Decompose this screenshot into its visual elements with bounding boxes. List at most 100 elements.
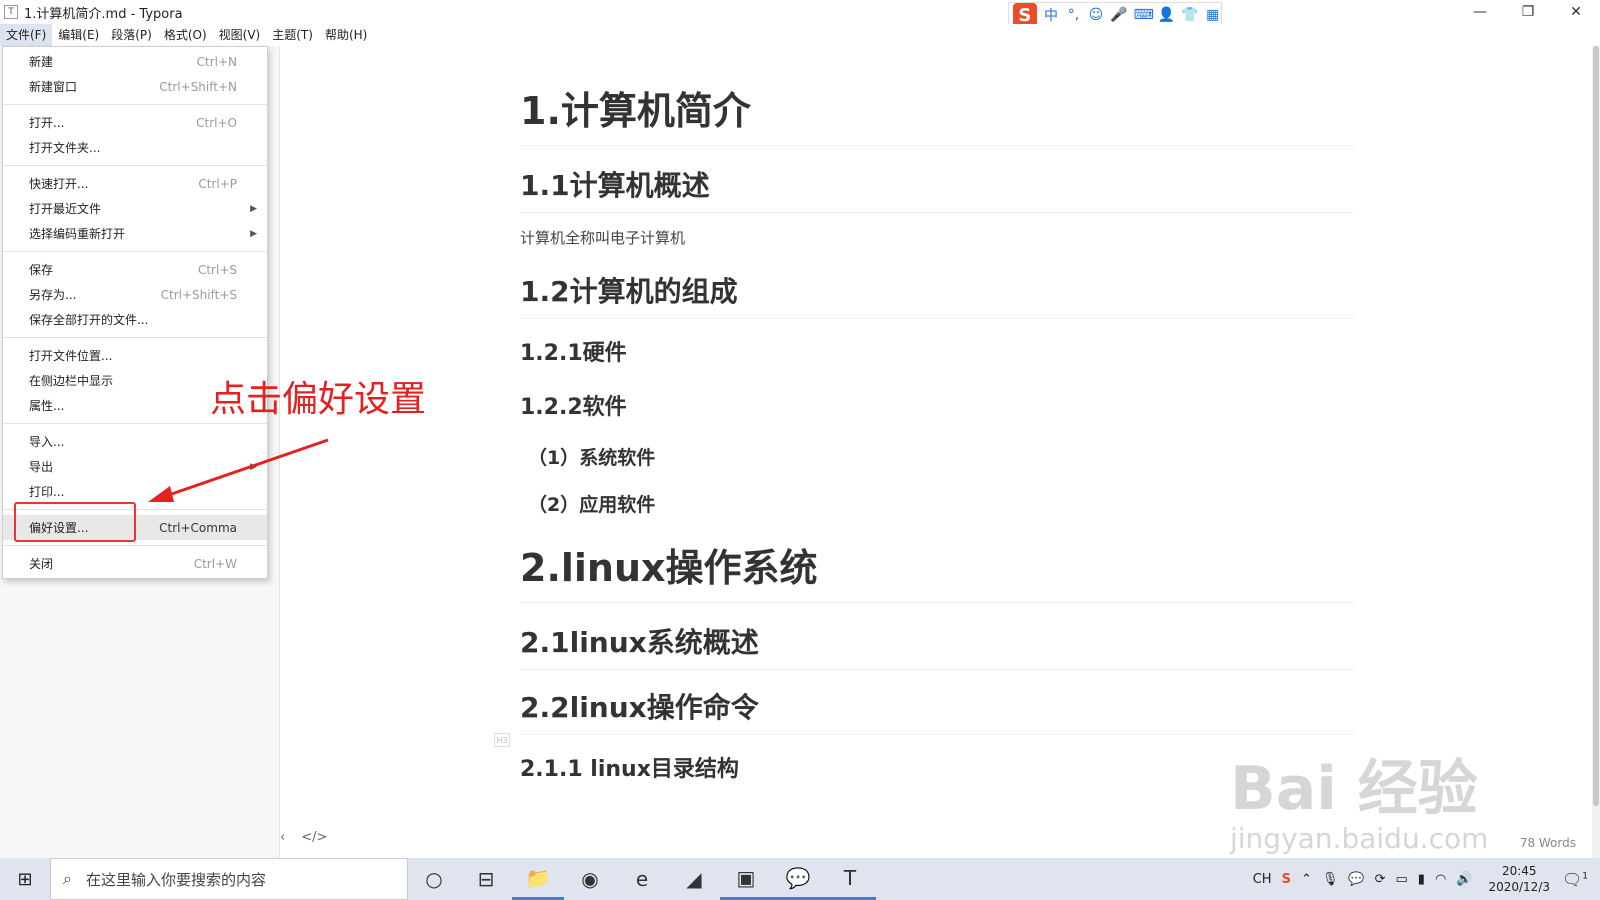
menu-item-label: 在侧边栏中显示: [29, 374, 114, 388]
bookmark-icon[interactable]: ▮: [1418, 872, 1425, 887]
doc-heading-3[interactable]: 1.2.2软件: [520, 389, 1354, 421]
chrome-icon[interactable]: ◉: [564, 858, 616, 900]
menu-format[interactable]: 格式(O): [158, 24, 213, 46]
search-placeholder: 在这里输入你要搜索的内容: [85, 870, 266, 889]
editor-bottom-bar: ‹ </>: [280, 830, 327, 845]
restore-button[interactable]: ❐: [1504, 0, 1552, 24]
menu-item-save-all[interactable]: 保存全部打开的文件...: [3, 307, 267, 332]
typora-app-icon: T: [4, 5, 18, 19]
ime-chinese-mode[interactable]: 中: [1043, 5, 1059, 25]
doc-paragraph[interactable]: 计算机全称叫电子计算机: [520, 227, 1354, 248]
ime-user-icon[interactable]: 👤: [1158, 7, 1175, 23]
wifi-icon[interactable]: ◠: [1435, 872, 1446, 887]
menu-item-open[interactable]: 打开... Ctrl+O: [3, 110, 267, 135]
doc-heading-3[interactable]: 2.1.1 linux目录结构: [520, 751, 1354, 783]
menu-item-label: 新建: [29, 55, 54, 69]
file-explorer-icon[interactable]: 📁: [512, 858, 564, 900]
ime-skin-icon[interactable]: 👕: [1181, 7, 1198, 23]
cortana-icon[interactable]: ○: [408, 858, 460, 900]
menu-item-quick-open[interactable]: 快速打开... Ctrl+P: [3, 171, 267, 196]
doc-heading-3[interactable]: 1.2.1硬件: [520, 335, 1354, 367]
ime-toolbox-icon[interactable]: ▦: [1205, 7, 1221, 23]
menu-item-label: 新建窗口: [29, 80, 78, 94]
sogou-tray-icon[interactable]: S: [1282, 872, 1291, 887]
doc-heading-2[interactable]: 2.1linux系统概述: [520, 621, 1354, 670]
menu-separator: [3, 165, 267, 166]
menu-edit[interactable]: 编辑(E): [52, 24, 105, 46]
doc-heading-2[interactable]: 2.2linux操作命令: [520, 686, 1354, 735]
ime-keyboard-icon[interactable]: ⌨: [1134, 7, 1154, 23]
wechat-tray-icon[interactable]: 💬: [1348, 872, 1364, 887]
doc-heading-1[interactable]: 2.linux操作系统: [520, 537, 1354, 603]
menu-item-save-as[interactable]: 另存为... Ctrl+Shift+S: [3, 282, 267, 307]
edge-icon[interactable]: e: [616, 858, 668, 900]
menu-item-shortcut: Ctrl+P: [198, 176, 237, 191]
scrollbar-thumb[interactable]: [1593, 46, 1599, 806]
doc-heading-4[interactable]: （2）应用软件: [528, 490, 1354, 517]
ime-emoji-icon[interactable]: ☺: [1088, 7, 1104, 23]
menu-item-label: 打开文件位置...: [29, 349, 113, 363]
clock-time: 20:45: [1501, 864, 1537, 878]
menu-item-label: 导出: [29, 460, 54, 474]
menu-item-recent-files[interactable]: 打开最近文件 ▶: [3, 196, 267, 221]
volume-icon[interactable]: 🔊: [1456, 872, 1472, 887]
chevron-up-icon[interactable]: ⌃: [1301, 872, 1312, 887]
menu-item-shortcut: Ctrl+Comma: [159, 520, 237, 535]
menu-item-reopen-encoding[interactable]: 选择编码重新打开 ▶: [3, 221, 267, 246]
notification-count: 1: [1582, 871, 1589, 882]
menu-item-save[interactable]: 保存 Ctrl+S: [3, 257, 267, 282]
window-controls: — ❐ ✕: [1456, 0, 1600, 24]
menu-item-new[interactable]: 新建 Ctrl+N: [3, 49, 267, 74]
menu-item-shortcut: Ctrl+W: [193, 556, 237, 571]
menu-item-open-location[interactable]: 打开文件位置...: [3, 343, 267, 368]
ime-voice-icon[interactable]: 🎤: [1110, 7, 1127, 23]
close-button[interactable]: ✕: [1552, 0, 1600, 24]
doc-heading-2[interactable]: 1.2计算机的组成: [520, 270, 1354, 319]
menu-theme[interactable]: 主题(T): [266, 24, 319, 46]
menu-separator: [3, 423, 267, 424]
sync-icon[interactable]: ⟳: [1375, 872, 1386, 887]
menu-paragraph[interactable]: 段落(P): [105, 24, 158, 46]
menu-item-label: 打开最近文件: [29, 202, 102, 216]
title-bar: T 1.计算机简介.md - Typora: [0, 0, 1600, 24]
submenu-arrow-icon: ▶: [250, 203, 257, 214]
editor-content[interactable]: 1.计算机简介 1.1计算机概述 计算机全称叫电子计算机 1.2计算机的组成 1…: [520, 80, 1354, 805]
wechat-icon[interactable]: 💬: [772, 858, 824, 900]
doc-heading-2[interactable]: 1.1计算机概述: [520, 164, 1354, 213]
menu-item-label: 快速打开...: [29, 177, 89, 191]
clock-date: 2020/12/3: [1488, 880, 1550, 894]
ime-punctuation-icon[interactable]: °,: [1065, 7, 1081, 23]
windows-start-icon[interactable]: ⊞: [0, 858, 50, 900]
taskbar-clock[interactable]: 20:45 2020/12/3: [1488, 863, 1550, 895]
notification-center-icon[interactable]: 🗨1: [1560, 870, 1590, 889]
menu-item-open-folder[interactable]: 打开文件夹...: [3, 135, 267, 160]
taskbar-search-input[interactable]: ⌕ 在这里输入你要搜索的内容: [50, 858, 408, 900]
input-language-indicator[interactable]: CH: [1253, 872, 1272, 887]
typora-taskbar-icon[interactable]: T: [824, 858, 876, 900]
menu-help[interactable]: 帮助(H): [319, 24, 373, 46]
menu-item-label: 导入...: [29, 435, 65, 449]
remote-app-icon[interactable]: ▣: [720, 858, 772, 900]
task-view-icon[interactable]: ⊟: [460, 858, 512, 900]
doc-heading-1[interactable]: 1.计算机简介: [520, 80, 1354, 146]
menu-item-close[interactable]: 关闭 Ctrl+W: [3, 551, 267, 576]
minimize-button[interactable]: —: [1456, 0, 1504, 24]
taskbar: ⊞ ⌕ 在这里输入你要搜索的内容 ○ ⊟ 📁 ◉ e ◢ ▣ 💬 T CH S …: [0, 858, 1600, 900]
menu-item-label: 属性...: [29, 399, 65, 413]
doc-heading-4[interactable]: （1）系统软件: [528, 443, 1354, 470]
menu-view[interactable]: 视图(V): [213, 24, 267, 46]
source-mode-icon[interactable]: </>: [301, 830, 327, 845]
watermark-url: jingyan.baidu.com: [1230, 822, 1489, 855]
menu-file[interactable]: 文件(F): [0, 24, 53, 46]
menu-item-label: 关闭: [29, 557, 54, 571]
menu-item-label: 选择编码重新打开: [29, 227, 126, 241]
menu-separator: [3, 337, 267, 338]
menu-separator: [3, 545, 267, 546]
microphone-icon[interactable]: 🎙: [1322, 872, 1339, 887]
app-icon[interactable]: ◢: [668, 858, 720, 900]
menu-item-new-window[interactable]: 新建窗口 Ctrl+Shift+N: [3, 74, 267, 99]
outline-toggle-icon[interactable]: ‹: [280, 830, 285, 845]
battery-icon[interactable]: ▭: [1395, 872, 1407, 887]
menu-item-label: 保存: [29, 263, 54, 277]
word-count[interactable]: 78 Words: [1520, 836, 1576, 850]
